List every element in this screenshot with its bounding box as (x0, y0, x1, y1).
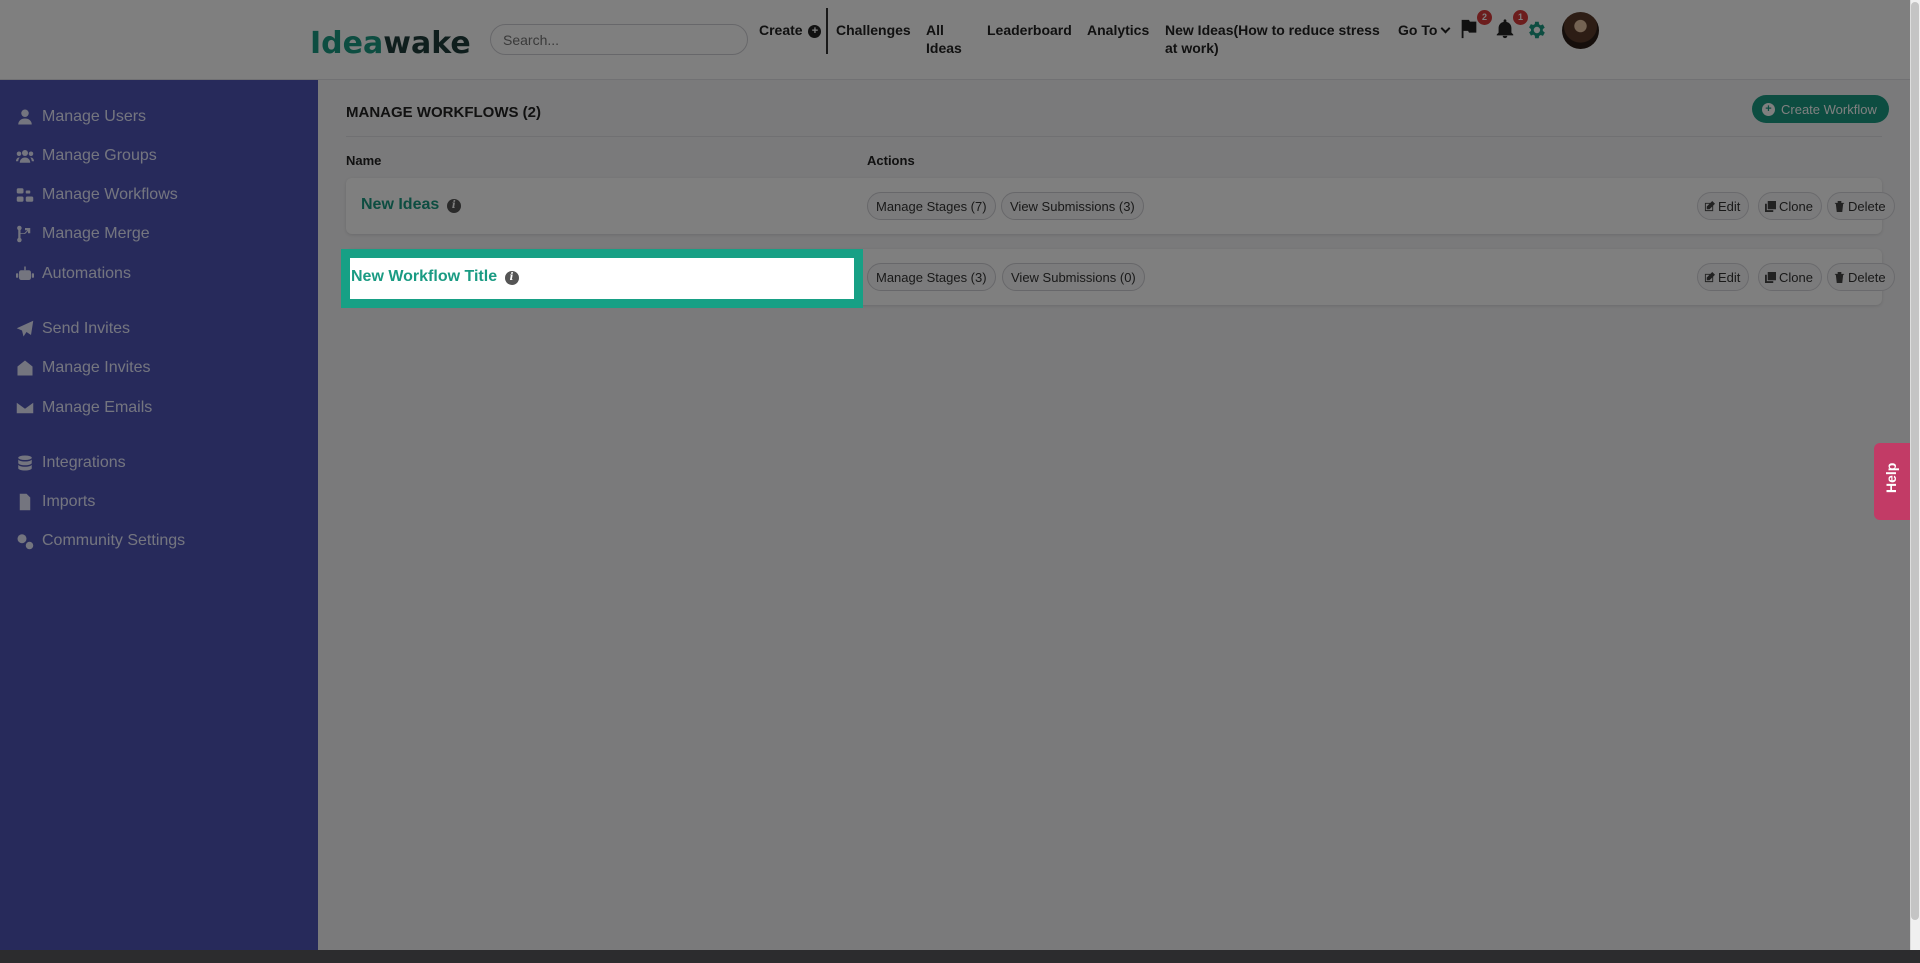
nav-all-ideas[interactable]: All Ideas (926, 21, 976, 57)
cogs-icon (17, 534, 34, 550)
merge-icon (17, 225, 31, 243)
nav-analytics[interactable]: Analytics (1087, 21, 1149, 39)
flag-icon[interactable]: 2 (1458, 10, 1492, 42)
edit-button[interactable]: Edit (1697, 192, 1750, 220)
workflow-name: New Workflow Title (351, 268, 498, 285)
nav-go-to-label: Go To (1398, 22, 1438, 38)
sidebar-item-community-settings[interactable]: Community Settings (16, 532, 185, 550)
page-title: MANAGE WORKFLOWS (2) (346, 104, 541, 121)
sidebar-item-label: Manage Workflows (42, 186, 178, 203)
sidebar-item-manage-emails[interactable]: Manage Emails (16, 399, 152, 417)
nav-divider (826, 8, 828, 54)
edit-icon (1704, 271, 1715, 282)
column-header-name: Name (346, 153, 382, 168)
scrollbar-thumb[interactable] (1911, 2, 1919, 920)
sidebar-item-manage-invites[interactable]: Manage Invites (16, 359, 151, 377)
workflow-icon (16, 188, 34, 202)
sidebar-item-label: Community Settings (42, 532, 186, 549)
delete-label: Delete (1848, 269, 1886, 285)
bottom-bar (0, 950, 1920, 963)
gear-icon[interactable] (1525, 19, 1549, 43)
clone-icon (1765, 271, 1776, 283)
nav-create-label: Create (759, 22, 803, 38)
highlighted-workflow-name[interactable]: New Workflow Title i (341, 249, 863, 308)
table-row: New Ideas i Manage Stages (7) View Submi… (346, 178, 1895, 234)
sidebar-item-imports[interactable]: Imports (16, 493, 95, 511)
edit-label: Edit (1718, 198, 1741, 214)
sidebar-item-label: Manage Groups (42, 147, 157, 164)
search-input[interactable] (490, 24, 748, 55)
file-import-icon (19, 493, 31, 511)
sidebar-item-label: Send Invites (42, 320, 131, 337)
nav-new-ideas-challenge[interactable]: New Ideas(How to reduce stress at work) (1165, 21, 1380, 57)
flag-badge: 2 (1477, 10, 1492, 25)
help-tab[interactable]: Help (1874, 443, 1910, 520)
help-tab-label: Help (1883, 462, 1899, 493)
manage-stages-button[interactable]: Manage Stages (3) (867, 263, 996, 291)
edit-button[interactable]: Edit (1697, 263, 1750, 291)
sidebar-item-manage-users[interactable]: Manage Users (16, 108, 146, 126)
sidebar-item-label: Manage Emails (42, 399, 153, 416)
sidebar-item-manage-workflows[interactable]: Manage Workflows (16, 186, 178, 204)
users-icon (16, 150, 34, 163)
divider (346, 136, 1882, 137)
info-icon[interactable]: i (446, 199, 461, 213)
column-header-actions: Actions (867, 153, 915, 168)
nav-leaderboard[interactable]: Leaderboard (987, 21, 1072, 39)
main-content: MANAGE WORKFLOWS (2) + Create Workflow Na… (318, 80, 1910, 950)
nav-go-to[interactable]: Go To (1398, 21, 1451, 39)
sidebar-item-label: Imports (42, 493, 96, 510)
clone-label: Clone (1779, 198, 1813, 214)
logo-text-idea: Idea (310, 26, 384, 61)
clone-button[interactable]: Clone (1758, 263, 1822, 291)
edit-icon (1704, 200, 1715, 211)
user-avatar[interactable] (1562, 12, 1599, 49)
workflow-name: New Ideas (361, 196, 440, 213)
database-icon (18, 455, 32, 471)
manage-stages-button[interactable]: Manage Stages (7) (867, 192, 996, 220)
sidebar-item-label: Manage Users (42, 108, 147, 125)
sidebar-item-automations[interactable]: Automations (16, 265, 131, 283)
sidebar-item-manage-groups[interactable]: Manage Groups (16, 147, 157, 165)
ideawake-logo[interactable]: Ideawake (310, 26, 471, 61)
plus-circle-icon: + (808, 25, 822, 38)
delete-button[interactable]: Delete (1827, 192, 1895, 220)
edit-label: Edit (1718, 269, 1741, 285)
create-workflow-label: Create Workflow (1781, 101, 1877, 117)
admin-sidebar: Manage Users Manage Groups Manage Workfl… (0, 80, 318, 950)
sidebar-item-send-invites[interactable]: Send Invites (16, 320, 130, 338)
clone-button[interactable]: Clone (1758, 192, 1822, 220)
robot-icon (16, 266, 34, 280)
invites-icon (17, 360, 33, 376)
view-submissions-button[interactable]: View Submissions (0) (1002, 263, 1145, 291)
create-workflow-button[interactable]: + Create Workflow (1752, 95, 1889, 123)
trash-icon (1834, 200, 1845, 212)
workflow-name-link[interactable]: New Ideas i (361, 196, 461, 214)
sidebar-item-manage-merge[interactable]: Manage Merge (16, 225, 150, 243)
nav-create[interactable]: Create + (759, 21, 822, 39)
plus-circle-icon: + (1762, 102, 1775, 116)
trash-icon (1834, 271, 1845, 283)
info-icon[interactable]: i (504, 271, 519, 285)
top-header: Ideawake Create + Challenges All Ideas L… (0, 0, 1910, 80)
sidebar-item-label: Manage Merge (42, 225, 150, 242)
delete-button[interactable]: Delete (1827, 263, 1895, 291)
delete-label: Delete (1848, 198, 1886, 214)
sidebar-item-integrations[interactable]: Integrations (16, 454, 126, 472)
view-submissions-button[interactable]: View Submissions (3) (1001, 192, 1144, 220)
clone-label: Clone (1779, 269, 1813, 285)
clone-icon (1765, 200, 1776, 212)
sidebar-item-label: Manage Invites (42, 359, 151, 376)
sidebar-item-label: Automations (42, 265, 131, 282)
bell-icon[interactable]: 1 (1494, 10, 1528, 42)
chevron-down-icon (1440, 23, 1451, 34)
nav-challenges[interactable]: Challenges (836, 21, 911, 39)
paper-plane-icon (16, 320, 34, 337)
user-icon (18, 109, 32, 125)
envelope-icon (16, 402, 34, 414)
workflow-name-link[interactable]: New Workflow Title i (351, 268, 519, 286)
sidebar-item-label: Integrations (42, 454, 126, 471)
logo-text-wake: wake (383, 26, 471, 61)
